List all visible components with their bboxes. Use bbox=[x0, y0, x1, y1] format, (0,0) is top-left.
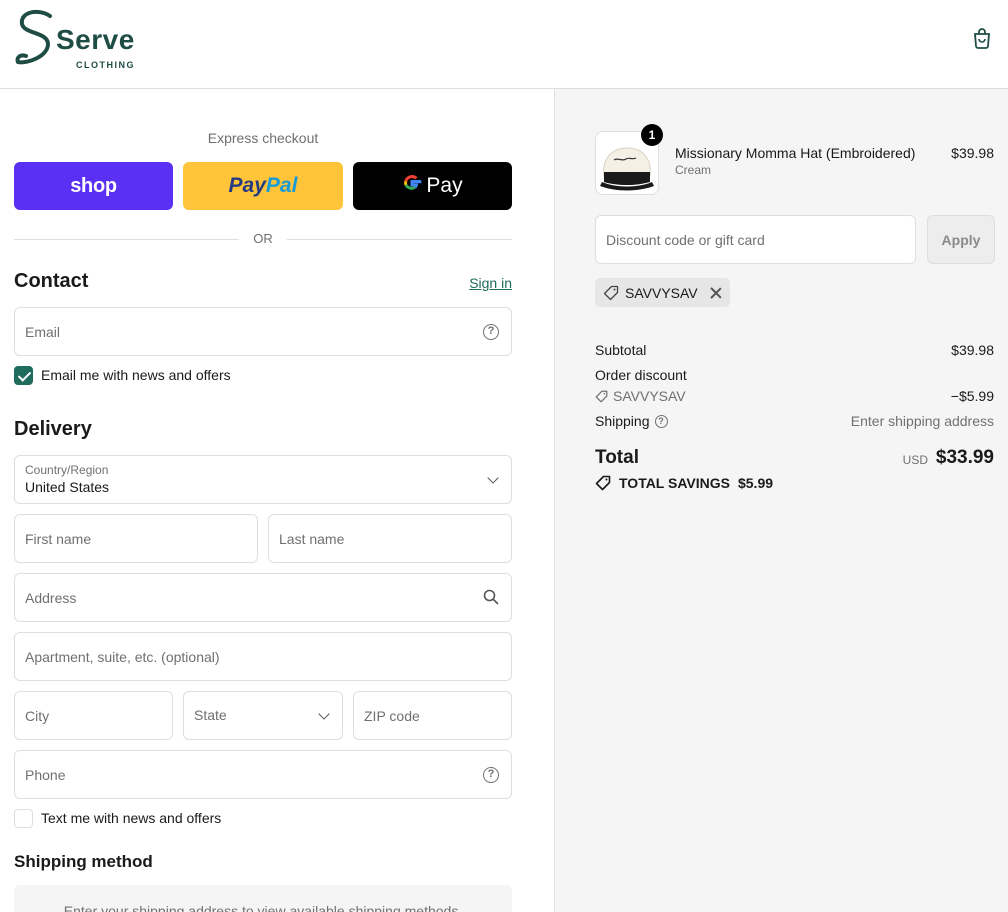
email-news-checkbox[interactable] bbox=[14, 365, 33, 385]
brand-name: Serve bbox=[56, 24, 135, 55]
paypal-label-part2: Pal bbox=[265, 174, 298, 197]
order-discount-code-row: SAVVYSAV bbox=[595, 388, 686, 404]
apply-button[interactable]: Apply bbox=[927, 215, 995, 264]
email-news-row: Email me with news and offers bbox=[14, 365, 231, 385]
total-savings-value: $5.99 bbox=[737, 475, 774, 491]
country-select[interactable]: Country/Region United States bbox=[14, 455, 512, 504]
first-name-placeholder: First name bbox=[25, 531, 92, 547]
delivery-title: Delivery bbox=[14, 418, 92, 440]
chevron-down-icon bbox=[487, 472, 499, 484]
address-field[interactable]: Address bbox=[14, 573, 512, 622]
total-value: $33.99 bbox=[935, 447, 994, 468]
order-discount-code: SAVVYSAV bbox=[613, 388, 686, 404]
last-name-field[interactable]: Last name bbox=[268, 514, 512, 563]
last-name-placeholder: Last name bbox=[279, 531, 345, 547]
total-savings-label: TOTAL SAVINGS bbox=[619, 475, 730, 491]
checkout-form: Express checkout shop Pay Pal Pay OR Cont… bbox=[0, 89, 554, 912]
product-price: $39.98 bbox=[951, 145, 994, 161]
paypal-button[interactable]: Pay Pal bbox=[183, 162, 343, 210]
text-news-label: Text me with news and offers bbox=[41, 810, 222, 826]
order-discount-label: Order discount bbox=[595, 367, 687, 383]
phone-placeholder: Phone bbox=[25, 767, 66, 783]
email-placeholder: Email bbox=[25, 324, 61, 340]
shipping-row-label: Shipping ? bbox=[595, 413, 668, 429]
shipping-value: Enter shipping address bbox=[850, 413, 994, 429]
site-header: Serve CLOTHING bbox=[0, 0, 1008, 89]
google-pay-label: Pay bbox=[426, 174, 463, 197]
quantity-badge: 1 bbox=[641, 124, 663, 146]
applied-discount-code: SAVVYSAV bbox=[625, 284, 698, 301]
zip-placeholder: ZIP code bbox=[364, 708, 420, 724]
help-icon[interactable]: ? bbox=[654, 414, 668, 428]
email-news-label: Email me with news and offers bbox=[41, 367, 231, 383]
subtotal-value: $39.98 bbox=[951, 342, 994, 358]
zip-field[interactable]: ZIP code bbox=[353, 691, 512, 740]
express-checkout-label: Express checkout bbox=[207, 130, 319, 146]
shipping-label: Shipping bbox=[595, 413, 650, 429]
chevron-down-icon bbox=[318, 708, 330, 720]
state-select[interactable]: State bbox=[183, 691, 343, 740]
tag-icon bbox=[603, 285, 619, 301]
applied-discount-chip: SAVVYSAV bbox=[595, 278, 730, 307]
shipping-method-title: Shipping method bbox=[14, 852, 153, 871]
shop-pay-button[interactable]: shop bbox=[14, 162, 173, 210]
discount-code-placeholder: Discount code or gift card bbox=[606, 232, 765, 248]
help-icon[interactable]: ? bbox=[483, 767, 499, 783]
apartment-field[interactable]: Apartment, suite, etc. (optional) bbox=[14, 632, 512, 681]
close-icon[interactable] bbox=[710, 287, 722, 299]
sign-in-link[interactable]: Sign in bbox=[440, 275, 512, 291]
shipping-methods-message: Enter your shipping address to view avai… bbox=[63, 903, 463, 912]
total-currency: USD bbox=[902, 453, 928, 467]
subtotal-label: Subtotal bbox=[595, 342, 647, 358]
shipping-methods-empty: Enter your shipping address to view avai… bbox=[14, 885, 512, 912]
text-news-row: Text me with news and offers bbox=[14, 808, 221, 828]
google-pay-button[interactable]: Pay bbox=[353, 162, 512, 210]
state-placeholder: State bbox=[194, 707, 227, 723]
product-variant: Cream bbox=[675, 163, 712, 177]
product-name: Missionary Momma Hat (Embroidered) bbox=[675, 145, 916, 161]
city-field[interactable]: City bbox=[14, 691, 173, 740]
email-field[interactable]: Email ? bbox=[14, 307, 512, 356]
brand-logo[interactable]: Serve CLOTHING bbox=[14, 8, 134, 70]
phone-field[interactable]: Phone ? bbox=[14, 750, 512, 799]
help-icon[interactable]: ? bbox=[483, 324, 499, 340]
tag-icon bbox=[595, 475, 611, 491]
order-discount-value: −$5.99 bbox=[950, 388, 994, 404]
address-placeholder: Address bbox=[25, 590, 77, 606]
google-g-icon bbox=[402, 173, 422, 199]
or-label: OR bbox=[253, 231, 273, 246]
or-divider: OR bbox=[14, 230, 512, 248]
text-news-checkbox[interactable] bbox=[14, 808, 33, 828]
discount-code-field[interactable]: Discount code or gift card bbox=[595, 215, 916, 264]
total-savings: TOTAL SAVINGS $5.99 bbox=[595, 475, 773, 491]
country-value: United States bbox=[25, 479, 110, 495]
shop-pay-label: shop bbox=[70, 174, 117, 197]
apartment-placeholder: Apartment, suite, etc. (optional) bbox=[25, 649, 220, 665]
total-label: Total bbox=[595, 447, 639, 468]
country-label: Country/Region bbox=[25, 463, 109, 477]
contact-title: Contact bbox=[14, 270, 89, 292]
search-icon[interactable] bbox=[483, 589, 499, 605]
brand-subtitle: CLOTHING bbox=[76, 60, 135, 70]
order-summary: 1 Missionary Momma Hat (Embroidered) Cre… bbox=[554, 89, 1008, 912]
tag-icon bbox=[595, 390, 608, 403]
first-name-field[interactable]: First name bbox=[14, 514, 258, 563]
paypal-label-part1: Pay bbox=[228, 174, 266, 197]
shopping-bag-icon[interactable] bbox=[970, 26, 994, 50]
city-placeholder: City bbox=[25, 708, 50, 724]
